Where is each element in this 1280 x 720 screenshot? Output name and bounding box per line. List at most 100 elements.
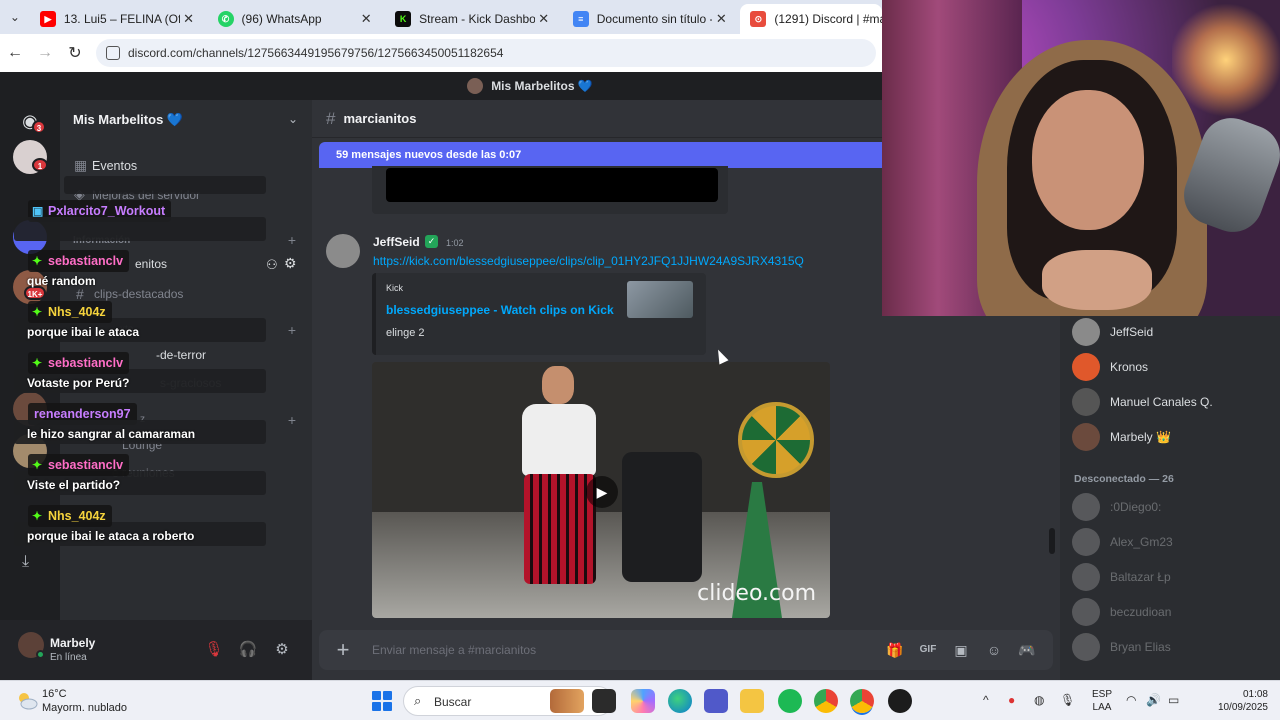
chat-scrollbar[interactable] [1049, 528, 1055, 554]
volume-icon[interactable]: 🔊 [1146, 693, 1161, 707]
reload-icon[interactable]: ↻ [60, 43, 90, 63]
tab-youtube[interactable]: ▶ 13. Lui5 – FELINA (Official V ✕ [30, 4, 208, 34]
chrome-icon[interactable] [814, 689, 838, 713]
sticker-icon[interactable]: ▣ [951, 640, 971, 660]
tab-docs[interactable]: ≡ Documento sin título - Doc ✕ [563, 4, 741, 34]
clock[interactable]: 01:08 10/09/2025 [1214, 688, 1268, 714]
tray-app-icon[interactable]: ◍ [1034, 693, 1044, 707]
chat-message: Viste el partido? [27, 478, 121, 492]
avatar [1072, 528, 1100, 556]
member-name: Baltazar Łp [1110, 570, 1171, 584]
webcam-face [1032, 90, 1144, 230]
embed-title[interactable]: blessedgiuseppee - Watch clips on Kick [386, 303, 614, 317]
member-item[interactable]: beczudioan [1072, 597, 1171, 627]
forward-icon[interactable]: → [30, 44, 60, 62]
events-item[interactable]: ▦ Eventos [74, 157, 137, 174]
spotify-icon[interactable] [778, 689, 802, 713]
weather-cloud-icon[interactable] [16, 690, 38, 712]
settings-gear-icon[interactable]: ⚙ [272, 640, 292, 660]
language-indicator[interactable]: ESP LAA [1092, 688, 1112, 714]
add-channel-icon[interactable]: + [288, 322, 296, 338]
microphone-icon[interactable]: 🎙 [1060, 693, 1075, 707]
chevron-down-icon[interactable]: ⌄ [288, 112, 298, 126]
guild-name[interactable]: Mis Marbelitos 💙 [73, 112, 183, 128]
gif-icon[interactable]: GIF [918, 640, 938, 660]
search-highlight-icon[interactable] [550, 689, 584, 713]
language-code: ESP [1092, 689, 1113, 700]
download-icon[interactable]: ⤓ [22, 553, 29, 571]
avatar [1072, 388, 1100, 416]
avatar[interactable] [326, 234, 360, 268]
add-channel-icon[interactable]: + [288, 232, 296, 248]
previous-embed [372, 166, 728, 214]
obs-icon[interactable] [888, 689, 912, 713]
message-timestamp: 1:02 [446, 238, 464, 248]
close-tab-icon[interactable]: ✕ [535, 11, 553, 27]
weather-condition: Mayorm. nublado [42, 702, 127, 714]
channel-settings-icon[interactable]: ⚙ [284, 255, 297, 272]
emoji-icon[interactable]: ☺ [984, 640, 1004, 660]
youtube-icon: ▶ [39, 11, 56, 27]
close-tab-icon[interactable]: ✕ [357, 11, 375, 27]
close-tab-icon[interactable]: ✕ [712, 11, 730, 27]
battery-icon[interactable]: ▭ [1168, 693, 1179, 707]
tab-search-dropdown[interactable]: ⌄ [0, 0, 30, 34]
address-bar[interactable]: discord.com/channels/1275663449195679756… [96, 39, 876, 67]
embed-thumbnail[interactable] [627, 281, 693, 318]
new-messages-banner[interactable]: 59 mensajes nuevos desde las 0:07 [319, 142, 899, 168]
member-item[interactable]: Marbely 👑 [1072, 422, 1171, 452]
tab-discord[interactable]: ⊙ (1291) Discord | #marcian [740, 4, 883, 34]
edge-icon[interactable] [668, 689, 692, 713]
member-item[interactable]: Manuel Canales Q. [1072, 387, 1213, 417]
add-attachment-icon[interactable]: + [331, 638, 355, 662]
webcam-hand [1042, 250, 1152, 310]
tab-kick[interactable]: K Stream - Kick Dashboard ✕ [385, 4, 563, 34]
headphones-icon[interactable]: 🎧 [238, 640, 258, 660]
mic-muted-icon[interactable]: 🎙 [204, 640, 224, 660]
chat-username: sebastianclv [28, 250, 130, 272]
windows-start-icon[interactable] [372, 691, 392, 711]
file-explorer-icon[interactable] [740, 689, 764, 713]
chat-username: sebastianclv [28, 454, 130, 476]
close-tab-icon[interactable]: ✕ [180, 11, 198, 27]
wifi-icon[interactable]: ◠ [1126, 693, 1136, 707]
member-item[interactable]: Alex_Gm23 [1072, 527, 1173, 557]
tab-whatsapp[interactable]: ✆ (96) WhatsApp ✕ [208, 4, 386, 34]
gift-icon[interactable]: 🎁 [885, 640, 905, 660]
keyboard-layout: LAA [1092, 702, 1112, 713]
member-item[interactable]: Kronos [1072, 352, 1148, 382]
tray-app-icon[interactable]: ● [1008, 693, 1015, 707]
task-view-icon[interactable] [592, 689, 616, 713]
avatar [1072, 633, 1100, 661]
member-name: JeffSeid [1110, 325, 1154, 339]
message-author[interactable]: JeffSeid [373, 235, 420, 249]
search-icon: ⌕ [414, 693, 422, 708]
video-preview[interactable] [386, 168, 718, 202]
user-status: En línea [50, 652, 87, 663]
member-item[interactable]: :0Diego0: [1072, 492, 1161, 522]
chevron-up-icon[interactable]: ^ [983, 693, 989, 707]
copilot-icon[interactable] [631, 689, 655, 713]
activity-icon[interactable]: 🎮 [1017, 640, 1037, 660]
back-icon[interactable]: ← [0, 44, 30, 62]
teams-icon[interactable] [704, 689, 728, 713]
chat-message: le hizo sangrar al camaraman [27, 427, 196, 441]
add-channel-icon[interactable]: + [288, 412, 296, 428]
tab-title: 13. Lui5 – FELINA (Official V [63, 12, 180, 26]
member-item[interactable]: Bryan Elias [1072, 632, 1171, 662]
play-icon[interactable]: ▶ [586, 476, 618, 508]
tab-title: (96) WhatsApp [241, 12, 322, 26]
member-item[interactable]: Baltazar Łp [1072, 562, 1171, 592]
clock-date: 10/09/2025 [1217, 702, 1268, 713]
chat-message: qué random [27, 274, 96, 288]
message-link[interactable]: https://kick.com/blessedgiuseppee/clips/… [373, 254, 804, 268]
chrome-active-icon[interactable] [850, 689, 874, 713]
member-item[interactable]: JeffSeid [1072, 317, 1153, 347]
calendar-icon: ▦ [74, 157, 88, 173]
message-composer[interactable]: + Enviar mensaje a #marcianitos 🎁 GIF ▣ … [319, 630, 1053, 670]
tab-title: Documento sin título - Doc [596, 12, 713, 26]
site-info-icon[interactable] [106, 46, 120, 60]
video-attachment[interactable]: ▶ clideo.com [372, 362, 830, 618]
server-title: Mis Marbelitos 💙 [491, 79, 593, 93]
member-list: JeffSeid Kronos Manuel Canales Q. Marbel… [1060, 316, 1280, 680]
